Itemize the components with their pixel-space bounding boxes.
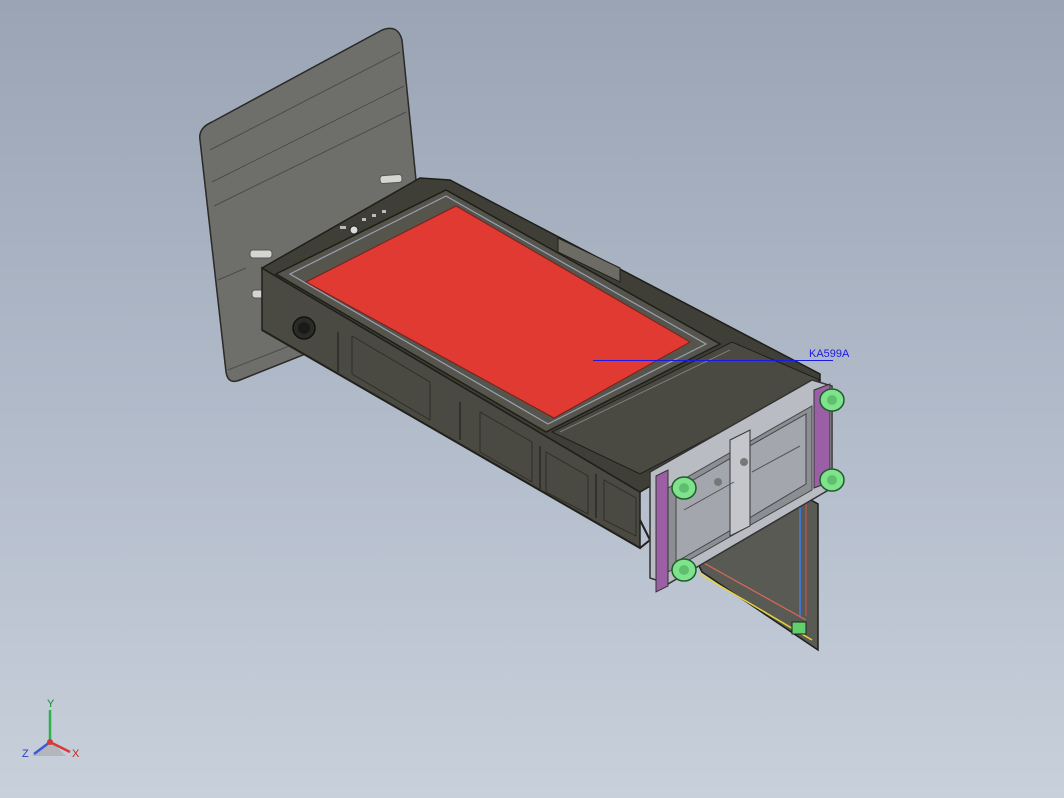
caster-wheel — [819, 468, 845, 492]
graphics-viewport[interactable]: KA599A Y X Z — [0, 0, 1064, 798]
y-axis-label: Y — [47, 698, 55, 710]
model-3d-view[interactable] — [0, 0, 1064, 798]
z-axis-label: Z — [22, 748, 29, 760]
annotation-text: KA599A — [809, 348, 850, 360]
caster-wheel — [671, 476, 697, 500]
x-axis-label: X — [72, 748, 80, 760]
orientation-triad[interactable]: Y X Z — [18, 698, 88, 770]
caster-wheel — [819, 388, 845, 412]
component-annotation[interactable]: KA599A — [593, 348, 849, 360]
caster-wheel — [671, 558, 697, 582]
annotation-leader-line — [593, 360, 833, 361]
